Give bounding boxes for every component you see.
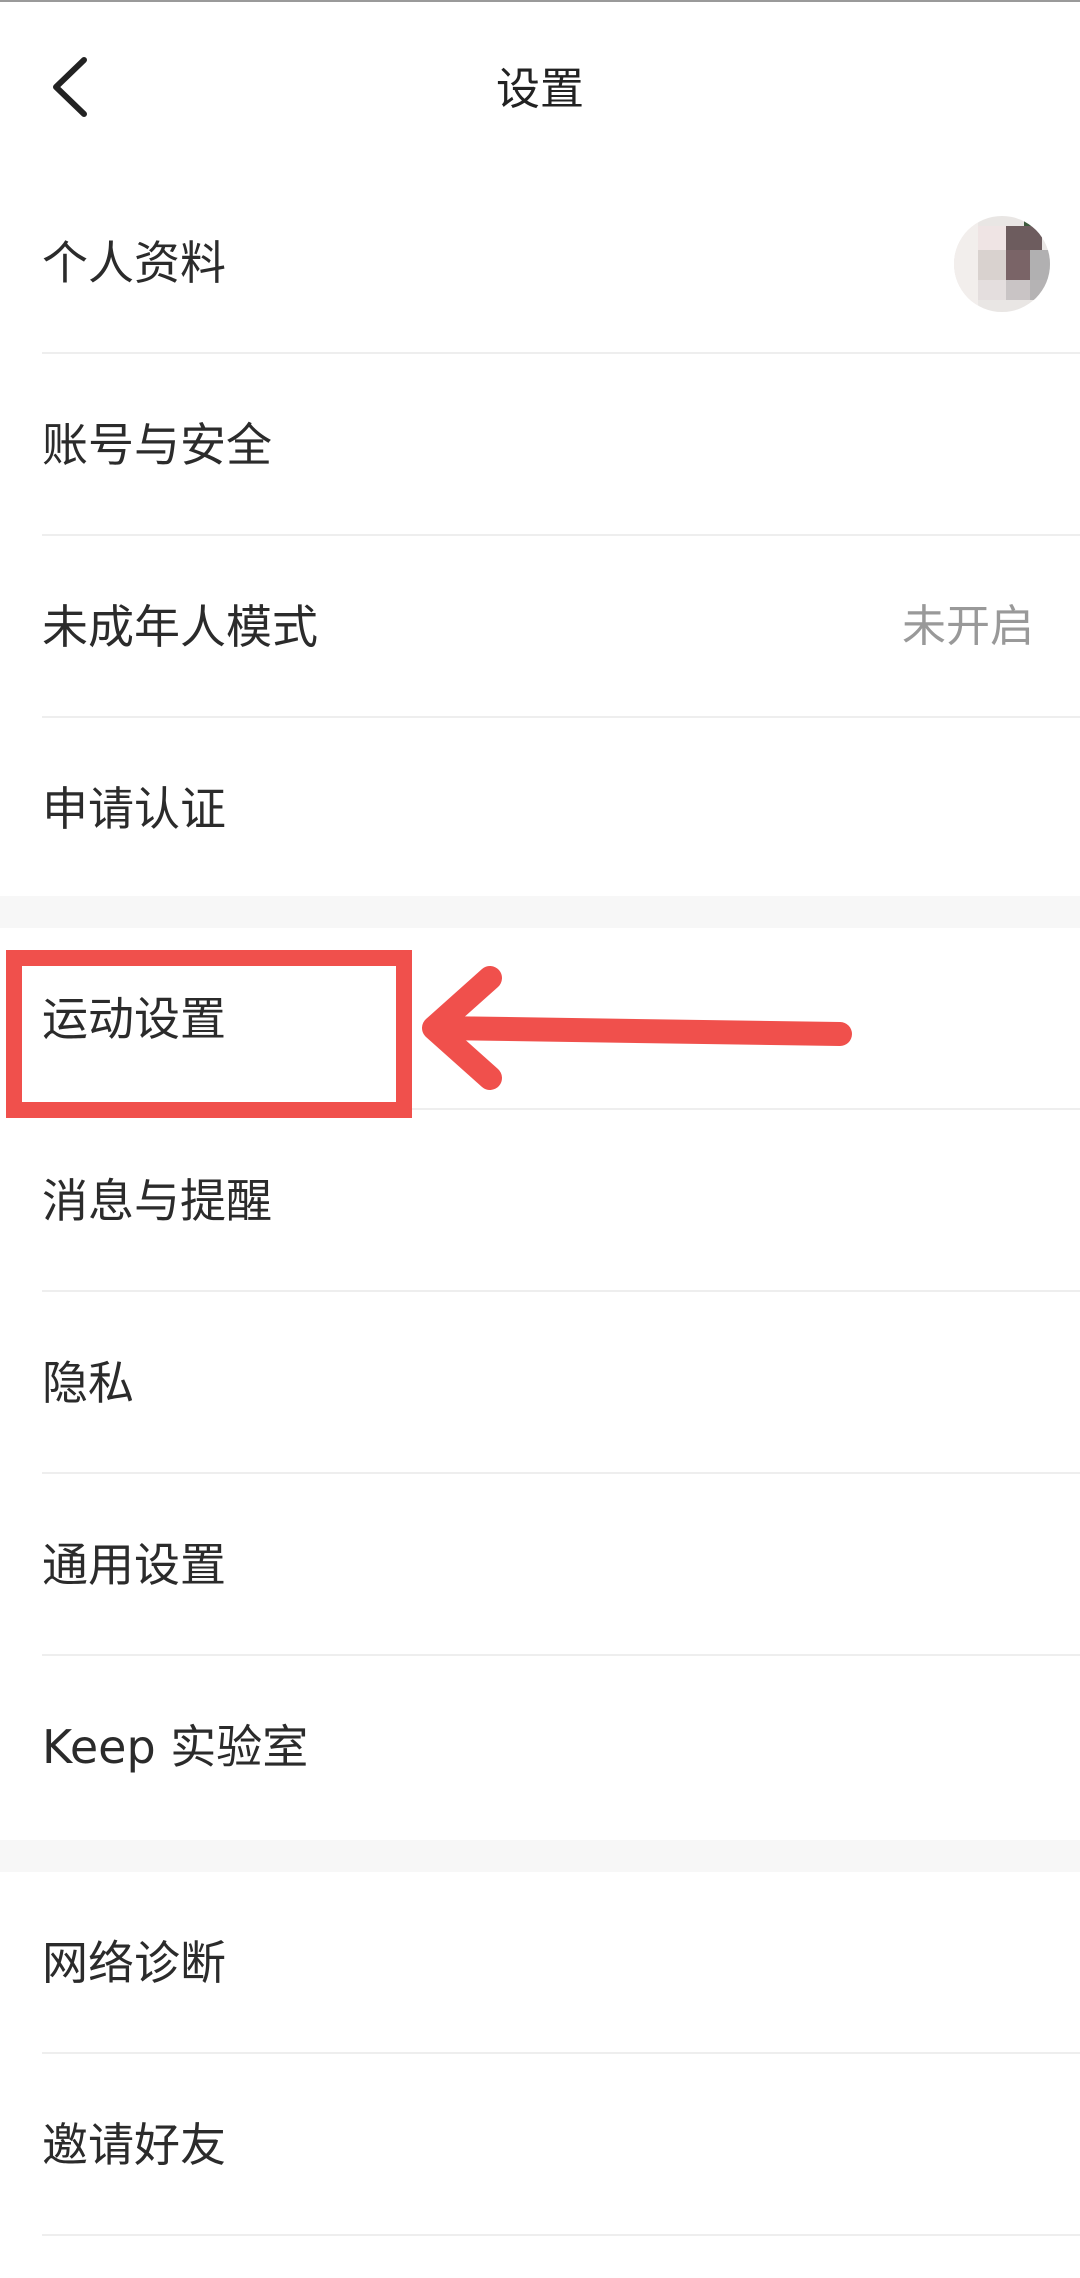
settings-item-label: 申请认证 [42, 782, 226, 836]
settings-item-notifications[interactable]: 消息与提醒 [0, 1110, 1080, 1292]
settings-item-label: 网络诊断 [42, 1936, 226, 1990]
settings-section-other: 网络诊断 邀请好友 [0, 1872, 1080, 2278]
page-title: 设置 [496, 64, 584, 115]
avatar [954, 216, 1050, 312]
settings-item-account-security[interactable]: 账号与安全 [0, 354, 1080, 536]
minor-mode-status: 未开启 [902, 601, 1034, 652]
settings-item-label: 账号与安全 [42, 418, 272, 472]
settings-item-general[interactable]: 通用设置 [0, 1474, 1080, 1656]
settings-item-label: 未成年人模式 [42, 600, 318, 654]
settings-item-invite-friends[interactable]: 邀请好友 [0, 2054, 1080, 2236]
settings-item-network-diagnosis[interactable]: 网络诊断 [0, 1872, 1080, 2054]
settings-item-profile[interactable]: 个人资料 [0, 172, 1080, 354]
settings-item-keep-lab[interactable]: Keep 实验室 [0, 1656, 1080, 1834]
settings-section-account: 个人资料 账号与安全 未成年人模式 未开启 申请认证 [0, 172, 1080, 896]
settings-item-label: 个人资料 [42, 236, 226, 290]
settings-item-minor-mode[interactable]: 未成年人模式 未开启 [0, 536, 1080, 718]
settings-item-privacy[interactable]: 隐私 [0, 1292, 1080, 1474]
settings-item-label: 邀请好友 [42, 2118, 226, 2172]
settings-item-verification[interactable]: 申请认证 [0, 718, 1080, 896]
settings-item-label: 通用设置 [42, 1538, 226, 1592]
row-divider [42, 2234, 1080, 2236]
settings-item-label: Keep 实验室 [42, 1720, 309, 1774]
highlight-box [6, 950, 412, 1118]
settings-item-label: 隐私 [42, 1356, 134, 1410]
header-bar: 设置 [0, 2, 1080, 172]
arrow-left-icon [422, 966, 852, 1090]
settings-item-label: 消息与提醒 [42, 1174, 272, 1228]
